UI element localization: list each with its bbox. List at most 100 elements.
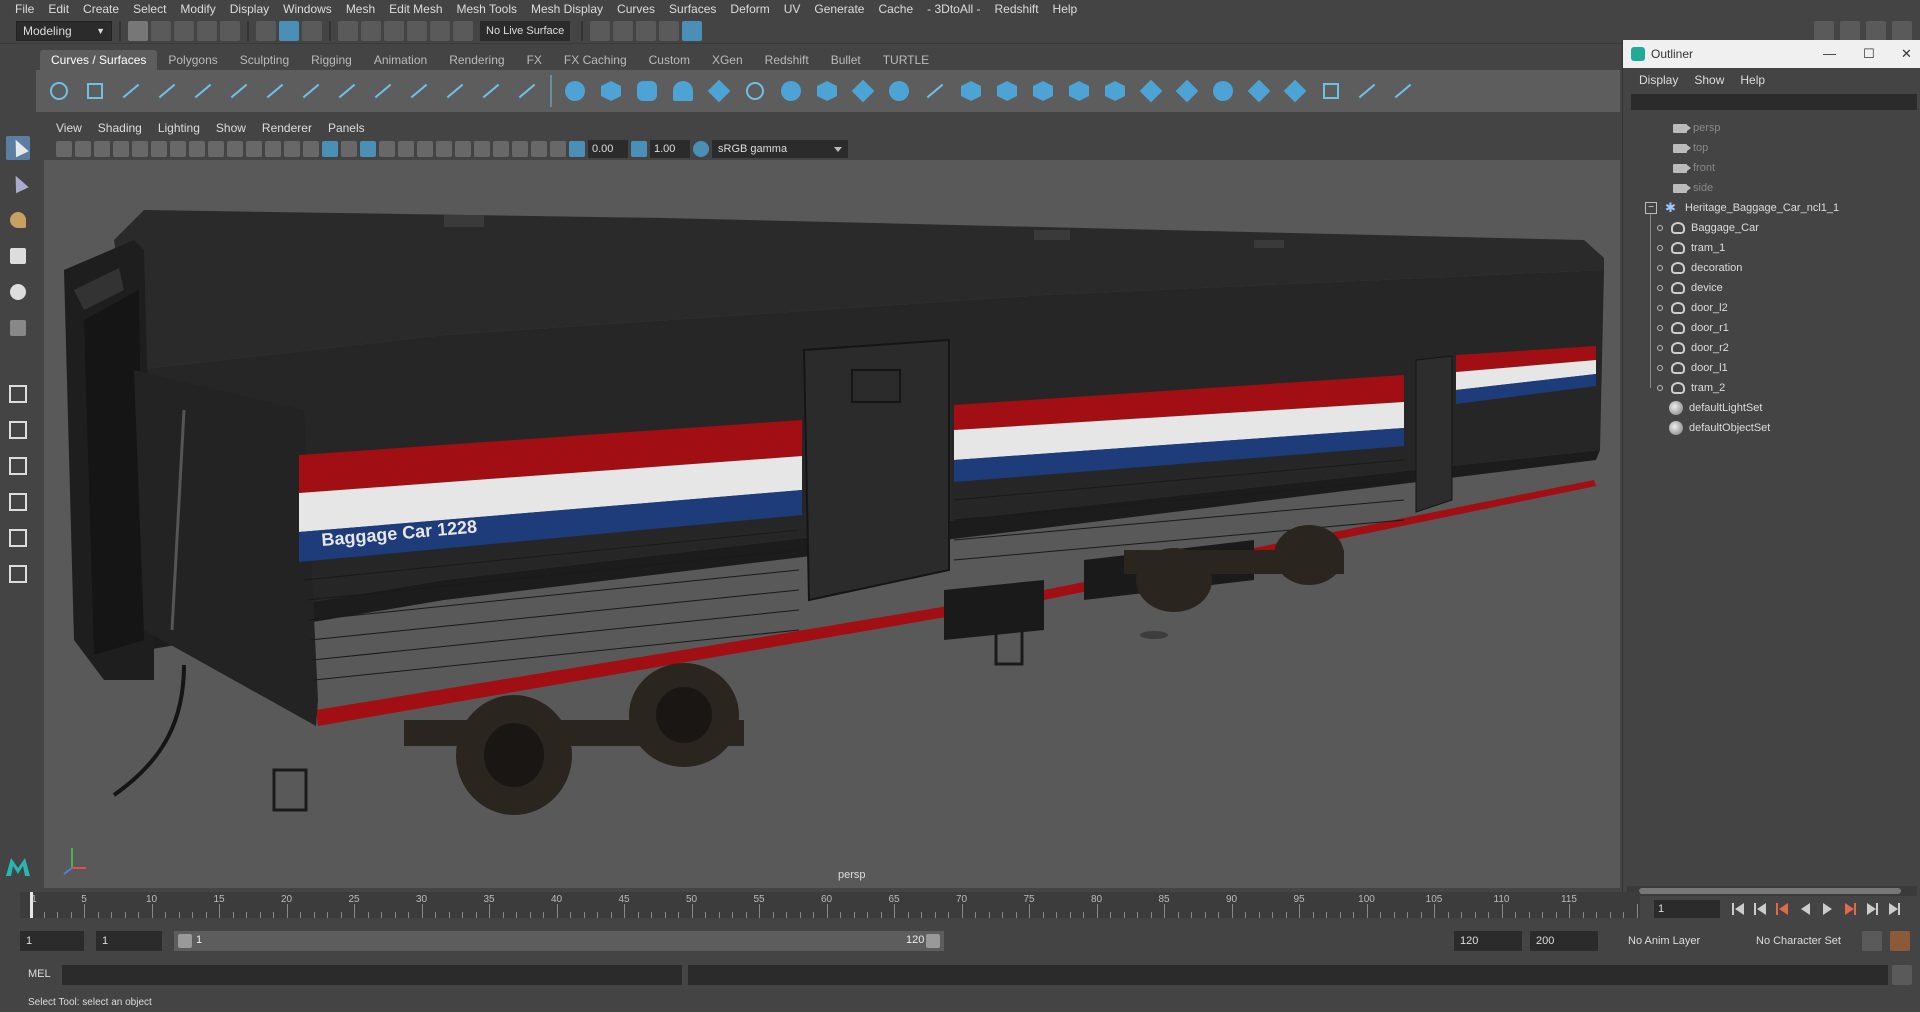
rotate-tool-icon[interactable]	[6, 280, 30, 304]
smooth-shade-icon[interactable]	[322, 141, 338, 157]
mel-label[interactable]: MEL	[28, 968, 51, 980]
safe-action-icon[interactable]	[265, 141, 281, 157]
ipr-render-icon[interactable]	[636, 20, 657, 41]
viewport-menu-shading[interactable]: Shading	[90, 121, 150, 135]
boundary-icon[interactable]	[958, 78, 984, 104]
select-by-object-icon[interactable]	[279, 20, 299, 41]
grease-pencil-icon[interactable]	[151, 141, 167, 157]
nurbs-circle-icon[interactable]	[46, 78, 72, 104]
playback-end-field[interactable]: 120	[1454, 931, 1522, 951]
current-frame-marker[interactable]	[30, 892, 33, 918]
revolve-icon[interactable]	[778, 78, 804, 104]
attribute-editor-icon[interactable]	[1840, 20, 1860, 41]
nurbs-torus-icon[interactable]	[742, 78, 768, 104]
film-gate-icon[interactable]	[189, 141, 205, 157]
viewport-menu-view[interactable]: View	[48, 121, 90, 135]
menu-display[interactable]: Display	[223, 2, 276, 16]
outliner-menu-help[interactable]: Help	[1732, 73, 1773, 87]
time-slider[interactable]: 1 5 10 15 20 25 30 35 40 45 50 55 60 65 70 75 80 85 90 95 10…	[20, 892, 1640, 918]
go-to-start-icon[interactable]	[1732, 903, 1746, 915]
rebuild-curve-icon[interactable]	[442, 78, 468, 104]
outliner-item-defaultlightset[interactable]: defaultLightSet	[1669, 398, 1762, 418]
collapse-toggle-icon[interactable]: −	[1645, 202, 1657, 214]
modeling-toolkit-icon[interactable]	[1814, 20, 1834, 41]
tab-fx[interactable]: FX	[516, 50, 553, 70]
play-backwards-icon[interactable]	[1798, 903, 1812, 915]
tab-redshift[interactable]: Redshift	[754, 50, 820, 70]
redo-icon[interactable]	[220, 20, 240, 41]
single-perspective-layout-icon[interactable]	[6, 382, 30, 406]
nurbs-cylinder-icon[interactable]	[634, 78, 660, 104]
hypershade-layout-icon[interactable]	[6, 526, 30, 550]
textured-icon[interactable]	[360, 141, 376, 157]
animation-start-field[interactable]: 1	[20, 931, 84, 951]
range-slider[interactable]: 1 120	[174, 931, 944, 951]
menu-file[interactable]: File	[8, 2, 41, 16]
camera-attributes-icon[interactable]	[75, 141, 91, 157]
tab-rigging[interactable]: Rigging	[300, 50, 363, 70]
menu-cache[interactable]: Cache	[871, 2, 920, 16]
menu-mesh-display[interactable]: Mesh Display	[524, 2, 610, 16]
multisample-aa-icon[interactable]	[455, 141, 471, 157]
tab-turtle[interactable]: TURTLE	[872, 50, 940, 70]
outliner-menu-display[interactable]: Display	[1631, 73, 1686, 87]
xray-components-icon[interactable]	[550, 141, 566, 157]
step-back-key-icon[interactable]	[1754, 903, 1768, 915]
outliner-item-door-l1[interactable]: door_l1	[1657, 358, 1728, 378]
offset-curve-icon[interactable]	[406, 78, 432, 104]
planar-icon[interactable]	[850, 78, 876, 104]
tab-bullet[interactable]: Bullet	[820, 50, 872, 70]
sculpt-tool-icon[interactable]	[1354, 78, 1380, 104]
menu-select[interactable]: Select	[126, 2, 173, 16]
menu-edit-mesh[interactable]: Edit Mesh	[382, 2, 449, 16]
move-tool-icon[interactable]	[6, 244, 30, 268]
channel-box-icon[interactable]	[1892, 20, 1912, 41]
make-live-icon[interactable]	[453, 20, 473, 41]
menu-mesh-tools[interactable]: Mesh Tools	[450, 2, 524, 16]
extend-curve-icon[interactable]	[370, 78, 396, 104]
birail-icon[interactable]	[922, 78, 948, 104]
shadows-icon[interactable]	[398, 141, 414, 157]
undo-icon[interactable]	[197, 20, 217, 41]
live-surface-field[interactable]: No Live Surface	[480, 20, 571, 41]
outliner-item-tram-2[interactable]: tram_2	[1657, 378, 1725, 398]
exposure-icon[interactable]	[569, 141, 585, 157]
outliner-item-door-r1[interactable]: door_r1	[1657, 318, 1729, 338]
select-by-component-icon[interactable]	[302, 20, 322, 41]
image-plane-icon[interactable]	[113, 141, 129, 157]
detach-curve-icon[interactable]	[298, 78, 324, 104]
attach-curve-icon[interactable]	[262, 78, 288, 104]
menu-deform[interactable]: Deform	[723, 2, 776, 16]
untrim-icon[interactable]	[1174, 78, 1200, 104]
menu-uv[interactable]: UV	[777, 2, 808, 16]
project-curve-icon[interactable]	[1102, 78, 1128, 104]
isolate-select-icon[interactable]	[493, 141, 509, 157]
gate-mask-icon[interactable]	[227, 141, 243, 157]
loft-icon[interactable]	[814, 78, 840, 104]
auto-key-icon[interactable]	[1862, 931, 1882, 951]
insert-knot-icon[interactable]	[334, 78, 360, 104]
safe-title-icon[interactable]	[284, 141, 300, 157]
menu-curves[interactable]: Curves	[610, 2, 662, 16]
menu-generate[interactable]: Generate	[807, 2, 871, 16]
close-icon[interactable]: ✕	[1901, 46, 1912, 62]
insert-isoparm-icon[interactable]	[1246, 78, 1272, 104]
step-back-frame-icon[interactable]	[1776, 903, 1790, 915]
tab-sculpting[interactable]: Sculpting	[229, 50, 300, 70]
color-management-icon[interactable]	[693, 141, 709, 157]
exposure-field[interactable]: 0.00	[588, 140, 628, 158]
menu-3dtoall[interactable]: - 3DtoAll -	[920, 2, 987, 16]
screen-space-ao-icon[interactable]	[417, 141, 433, 157]
persp-outliner-layout-icon[interactable]	[6, 454, 30, 478]
outliner-item-group[interactable]: ✱ Heritage_Baggage_Car_ncl1_1	[1665, 198, 1839, 218]
step-forward-frame-icon[interactable]	[1842, 903, 1856, 915]
go-to-end-icon[interactable]	[1886, 903, 1900, 915]
use-all-lights-icon[interactable]	[379, 141, 395, 157]
range-end-handle[interactable]	[926, 934, 940, 948]
resolution-gate-icon[interactable]	[208, 141, 224, 157]
script-editor-icon[interactable]	[1892, 965, 1912, 985]
tab-custom[interactable]: Custom	[638, 50, 701, 70]
nurbs-cone-icon[interactable]	[670, 78, 696, 104]
mode-dropdown[interactable]: Modeling ▼	[16, 20, 112, 41]
menu-surfaces[interactable]: Surfaces	[662, 2, 723, 16]
